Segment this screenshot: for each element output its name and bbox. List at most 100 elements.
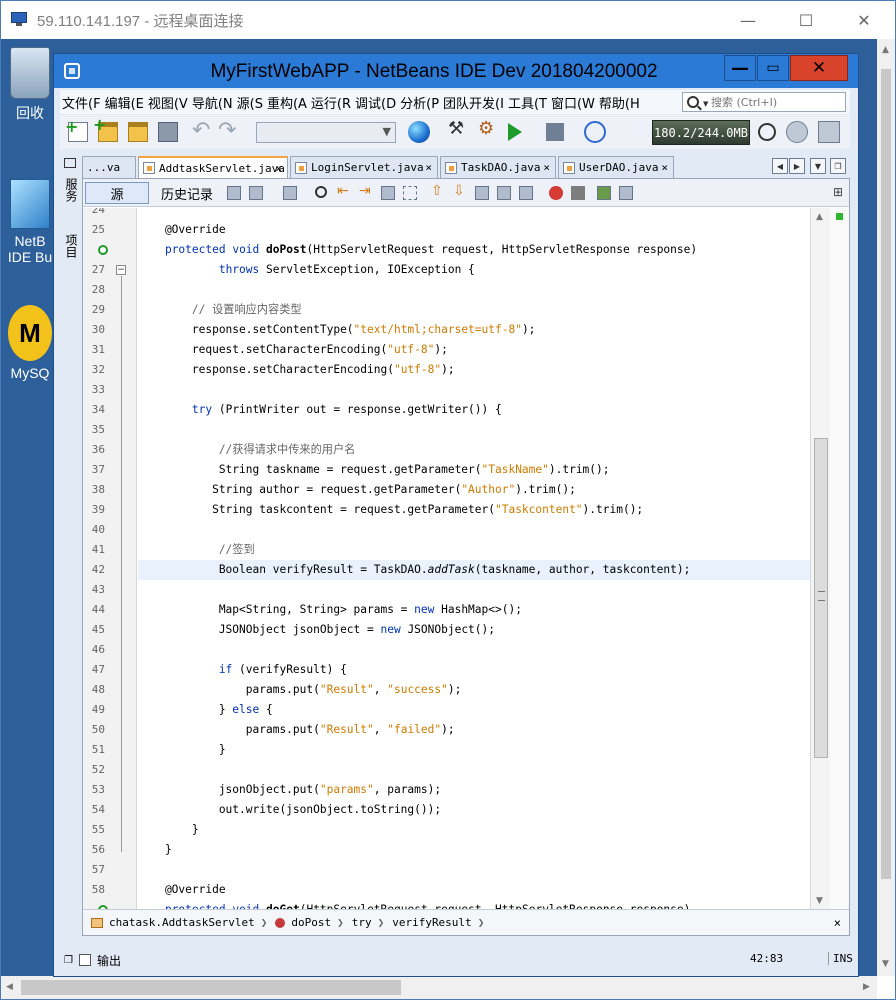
code-line[interactable]: throws ServletException, IOException { bbox=[138, 260, 475, 280]
expand-editor-icon[interactable]: ⊞ bbox=[833, 185, 843, 199]
tab-hidden-file[interactable]: ...va bbox=[82, 156, 136, 178]
close-tab-icon[interactable]: × bbox=[543, 161, 550, 174]
find-next-icon[interactable]: ⇥ bbox=[359, 183, 373, 199]
breadcrumb-method[interactable]: doPost ❯ bbox=[267, 916, 344, 929]
memory-indicator[interactable]: 180.2/244.0MB bbox=[652, 120, 750, 145]
code-line[interactable]: params.put("Result", "failed"); bbox=[138, 720, 455, 740]
toggle-highlight-icon[interactable] bbox=[381, 186, 395, 200]
code-line[interactable]: } else { bbox=[138, 700, 273, 720]
code-line[interactable]: @Override bbox=[138, 880, 226, 900]
forward-icon[interactable] bbox=[283, 186, 297, 200]
rdp-vertical-scrollbar[interactable]: ▲ ▼ bbox=[877, 39, 895, 976]
new-file-icon[interactable] bbox=[65, 117, 88, 142]
code-line[interactable]: // 设置响应内容类型 bbox=[138, 300, 302, 320]
code-line[interactable]: //签到 bbox=[138, 540, 255, 560]
code-line[interactable]: JSONObject jsonObject = new JSONObject()… bbox=[138, 620, 495, 640]
rectangular-selection-icon[interactable] bbox=[403, 186, 417, 200]
code-line[interactable]: Map<String, String> params = new HashMap… bbox=[138, 600, 522, 620]
editor-scroll-thumb[interactable] bbox=[814, 438, 828, 758]
scroll-down-icon[interactable]: ▼ bbox=[816, 896, 823, 906]
build-hammer-icon[interactable]: ⚒ bbox=[448, 118, 468, 139]
tab-userdao[interactable]: UserDAO.java × bbox=[558, 156, 674, 178]
save-all-icon[interactable] bbox=[158, 122, 178, 142]
scroll-up-icon[interactable]: ▲ bbox=[882, 45, 889, 55]
code-line[interactable]: params.put("Result", "success"); bbox=[138, 680, 462, 700]
code-line[interactable]: @Override bbox=[138, 220, 226, 240]
error-stripe[interactable] bbox=[830, 208, 849, 909]
run-icon[interactable] bbox=[508, 123, 522, 141]
code-line[interactable]: String taskname = request.getParameter("… bbox=[138, 460, 610, 480]
rdp-minimize-button[interactable]: — bbox=[719, 1, 777, 39]
menu-source[interactable]: 源(S bbox=[235, 93, 265, 112]
code-line[interactable]: out.write(jsonObject.toString()); bbox=[138, 800, 441, 820]
profiler-snapshot-icon[interactable] bbox=[786, 121, 808, 143]
open-project-icon[interactable] bbox=[128, 122, 148, 142]
debug-icon[interactable] bbox=[546, 123, 564, 141]
last-edit-icon[interactable] bbox=[227, 186, 241, 200]
desktop-icon-recycle[interactable]: 回收 bbox=[1, 47, 59, 123]
code-line[interactable]: protected void doPost(HttpServletRequest… bbox=[138, 240, 697, 260]
clean-build-icon[interactable]: ⚙ bbox=[478, 118, 498, 139]
code-line[interactable]: try (PrintWriter out = response.getWrite… bbox=[138, 400, 502, 420]
show-opened-documents-icon[interactable]: ▼ bbox=[810, 158, 826, 174]
back-icon[interactable] bbox=[249, 186, 263, 200]
scroll-tabs-left-icon[interactable]: ◀ bbox=[772, 158, 788, 174]
menu-run[interactable]: 运行(R bbox=[309, 93, 353, 112]
menu-navigate[interactable]: 导航(N bbox=[190, 93, 235, 112]
code-line[interactable]: request.setCharacterEncoding("utf-8"); bbox=[138, 340, 448, 360]
stop-macro-icon[interactable] bbox=[571, 186, 585, 200]
code-line[interactable]: Boolean verifyResult = TaskDAO.addTask(t… bbox=[138, 560, 691, 580]
find-icon[interactable] bbox=[315, 186, 327, 198]
tab-services[interactable]: 服务 bbox=[62, 178, 80, 202]
code-line[interactable]: String author = request.getParameter("Au… bbox=[138, 480, 576, 500]
shift-right-icon[interactable] bbox=[519, 186, 533, 200]
toggle-bookmark-icon[interactable] bbox=[475, 186, 489, 200]
code-line[interactable]: protected void doGet(HttpServletRequest … bbox=[138, 900, 690, 909]
rdp-vertical-thumb[interactable] bbox=[881, 69, 891, 879]
code-area[interactable]: @Override protected void doPost(HttpServ… bbox=[138, 208, 810, 909]
scroll-left-icon[interactable]: ◀ bbox=[6, 982, 13, 992]
new-project-icon[interactable] bbox=[93, 115, 118, 142]
restore-window-icon[interactable] bbox=[64, 158, 76, 168]
find-previous-icon[interactable]: ⇤ bbox=[337, 183, 351, 199]
menu-profile[interactable]: 分析(P bbox=[398, 93, 441, 112]
rdp-horizontal-thumb[interactable] bbox=[21, 980, 401, 995]
rdp-maximize-button[interactable]: ☐ bbox=[777, 1, 835, 39]
menu-edit[interactable]: 编辑(E bbox=[103, 93, 146, 112]
rdp-horizontal-scrollbar[interactable]: ◀ ▶ bbox=[1, 976, 877, 999]
shift-left-icon[interactable] bbox=[497, 186, 511, 200]
garbage-collect-icon[interactable] bbox=[758, 123, 776, 141]
breadcrumb-variable[interactable]: verifyResult ❯ bbox=[384, 916, 484, 929]
restore-window-icon[interactable]: ❐ bbox=[64, 955, 73, 966]
menu-window[interactable]: 窗口(W bbox=[549, 93, 597, 112]
breadcrumb-try[interactable]: try ❯ bbox=[344, 916, 385, 929]
override-annotation-icon[interactable] bbox=[98, 245, 108, 255]
configuration-select[interactable]: ▼ bbox=[256, 122, 396, 143]
desktop-icon-mysql[interactable]: M MySQ bbox=[1, 305, 59, 381]
history-view-button[interactable]: 历史记录 bbox=[155, 182, 219, 204]
tab-projects[interactable]: 项目 bbox=[62, 234, 80, 258]
menu-view[interactable]: 视图(V bbox=[146, 93, 190, 112]
code-line[interactable]: jsonObject.put("params", params); bbox=[138, 780, 441, 800]
close-tab-icon[interactable]: × bbox=[661, 161, 668, 174]
code-line[interactable]: response.setCharacterEncoding("utf-8"); bbox=[138, 360, 455, 380]
scroll-down-icon[interactable]: ▼ bbox=[882, 959, 889, 969]
restore-editor-icon[interactable]: ❐ bbox=[830, 158, 846, 174]
comment-icon[interactable] bbox=[597, 186, 611, 200]
fold-toggle-icon[interactable]: − bbox=[116, 265, 126, 275]
tab-taskdao[interactable]: TaskDAO.java × bbox=[440, 156, 556, 178]
code-line[interactable]: } bbox=[138, 840, 172, 860]
editor-vertical-scrollbar[interactable]: ▲ ▼ bbox=[810, 208, 830, 909]
code-line[interactable]: response.setContentType("text/html;chars… bbox=[138, 320, 536, 340]
source-view-button[interactable]: 源 bbox=[85, 182, 149, 204]
close-button[interactable]: ✕ bbox=[790, 55, 848, 81]
code-line[interactable]: String taskcontent = request.getParamete… bbox=[138, 500, 643, 520]
menu-refactor[interactable]: 重构(A bbox=[265, 93, 309, 112]
previous-bookmark-icon[interactable]: ⇧ bbox=[431, 183, 445, 199]
code-line[interactable]: //获得请求中传来的用户名 bbox=[138, 440, 356, 460]
breadcrumb-class[interactable]: chatask.AddtaskServlet ❯ bbox=[83, 916, 267, 929]
browser-globe-icon[interactable] bbox=[408, 121, 430, 143]
scroll-right-icon[interactable]: ▶ bbox=[863, 982, 870, 992]
close-tab-icon[interactable]: × bbox=[425, 161, 432, 174]
redo-icon[interactable]: ↷ bbox=[218, 118, 238, 143]
